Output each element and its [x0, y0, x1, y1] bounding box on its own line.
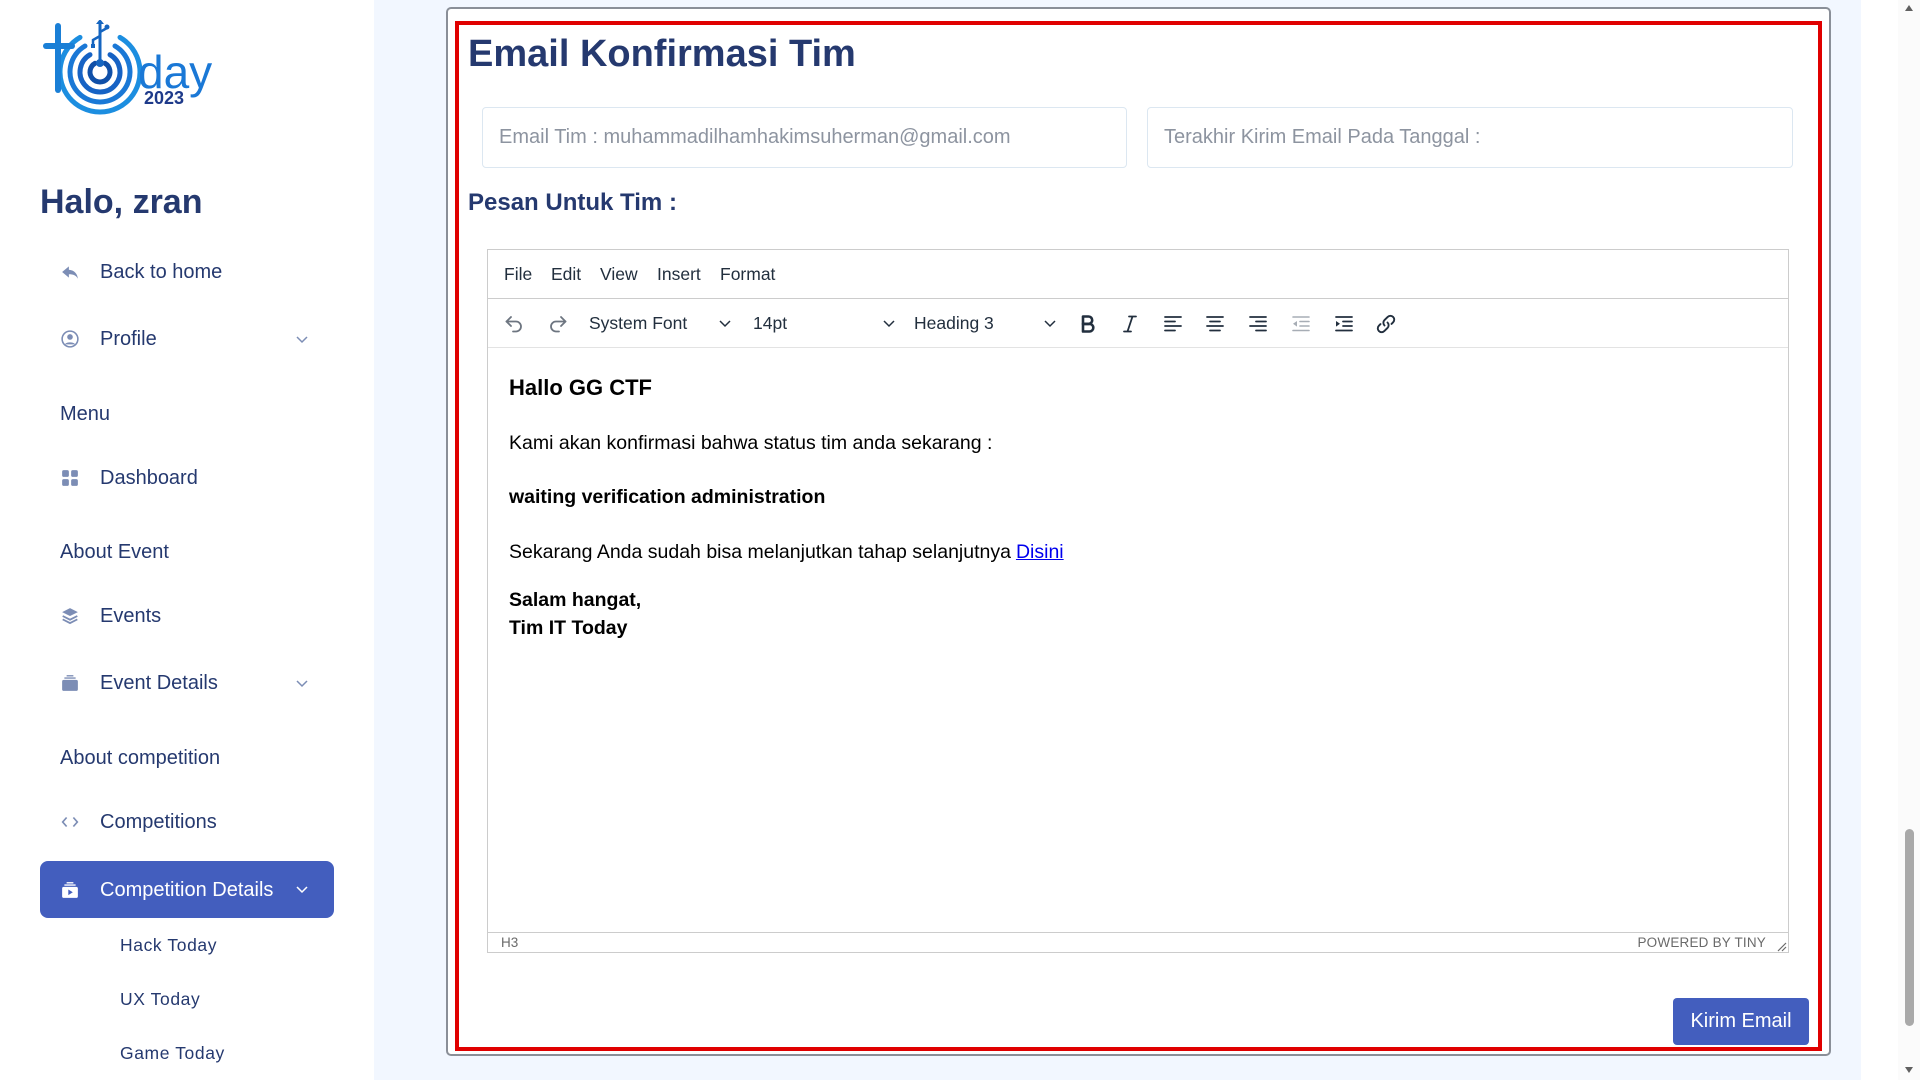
resize-handle-icon[interactable] — [1775, 940, 1787, 952]
content-status: waiting verification administration — [509, 486, 826, 508]
chevron-down-icon — [1042, 315, 1058, 331]
font-size-value: 14pt — [753, 313, 788, 333]
font-family-value: System Font — [589, 313, 688, 333]
reply-icon — [60, 262, 80, 282]
sidebar-subitem-hack-today[interactable]: Hack Today — [120, 933, 217, 957]
send-email-button[interactable]: Kirim Email — [1673, 998, 1809, 1045]
block-format-value: Heading 3 — [914, 313, 994, 333]
menu-view[interactable]: View — [600, 250, 638, 299]
editor-toolbar: System Font 14pt Heading 3 — [488, 299, 1788, 348]
sidebar-item-label: Competition Details — [100, 878, 274, 901]
content-closing: Salam hangat, — [509, 589, 642, 611]
sidebar-item-label: Dashboard — [100, 467, 198, 489]
sidebar-item-dashboard[interactable]: Dashboard — [40, 458, 334, 498]
section-header-about-event: About Event — [60, 541, 169, 563]
stack-icon — [60, 606, 80, 626]
page-title: Email Konfirmasi Tim — [468, 33, 856, 75]
chevron-down-icon — [717, 315, 733, 331]
content-signature: Tim IT Today — [509, 617, 628, 639]
sidebar-item-label: Events — [100, 605, 162, 627]
sidebar-item-event-details[interactable]: Event Details — [40, 663, 334, 703]
sidebar-item-label: Competitions — [100, 811, 217, 833]
block-format-select[interactable]: Heading 3 — [914, 299, 1066, 348]
menu-format[interactable]: Format — [720, 250, 775, 299]
chevron-down-icon — [881, 315, 897, 331]
chevron-down-icon[interactable] — [294, 331, 310, 347]
align-right-icon[interactable] — [1245, 311, 1271, 337]
rich-text-editor: File Edit View Insert Format System Font… — [487, 249, 1789, 953]
scroll-down-icon[interactable] — [1904, 1066, 1914, 1074]
sidebar-item-label: Event Details — [100, 672, 218, 694]
logo-mark: day 2023 — [43, 19, 212, 115]
sidebar-item-label: Back to home — [100, 261, 223, 283]
person-circle-icon — [60, 329, 80, 349]
element-path[interactable]: H3 — [501, 933, 518, 953]
editor-content[interactable]: Hallo GG CTF Kami akan konfirmasi bahwa … — [488, 348, 1788, 932]
greeting: Halo, zran — [40, 183, 203, 221]
undo-icon[interactable] — [501, 311, 527, 337]
grid-icon — [60, 468, 80, 488]
editor-statusbar: H3 POWERED BY TINY — [488, 932, 1788, 953]
sidebar-subitem-game-today[interactable]: Game Today — [120, 1041, 225, 1065]
scroll-up-icon[interactable] — [1904, 4, 1914, 12]
chevron-down-icon[interactable] — [294, 675, 310, 691]
team-email-field[interactable] — [482, 107, 1127, 168]
sidebar-item-events[interactable]: Events — [40, 596, 334, 636]
font-family-select[interactable]: System Font — [589, 299, 741, 348]
indent-icon[interactable] — [1331, 311, 1357, 337]
logo[interactable]: day 2023 — [40, 19, 240, 124]
section-header-about-competition: About competition — [60, 747, 221, 769]
sidebar-item-competition-details[interactable]: Competition Details — [40, 861, 334, 918]
align-center-icon[interactable] — [1202, 311, 1228, 337]
page-scrollbar[interactable] — [1898, 0, 1920, 1080]
message-label: Pesan Untuk Tim : — [468, 189, 677, 216]
section-header-menu: Menu — [60, 403, 111, 425]
font-size-select[interactable]: 14pt — [753, 299, 905, 348]
outdent-icon[interactable] — [1288, 311, 1314, 337]
link-icon[interactable] — [1373, 311, 1399, 337]
italic-icon[interactable] — [1117, 311, 1143, 337]
powered-by-link[interactable]: POWERED BY TINY — [1637, 933, 1766, 953]
chevron-down-icon[interactable] — [294, 881, 310, 897]
right-gutter — [1861, 0, 1898, 1080]
scroll-thumb[interactable] — [1905, 829, 1914, 1026]
align-left-icon[interactable] — [1160, 311, 1186, 337]
logo-year: 2023 — [144, 88, 184, 108]
code-icon — [60, 812, 80, 832]
menu-insert[interactable]: Insert — [657, 250, 701, 299]
sidebar-item-profile[interactable]: Profile — [40, 319, 334, 359]
content-intro: Kami akan konfirmasi bahwa status tim an… — [509, 432, 993, 454]
collection-icon — [60, 673, 80, 693]
last-sent-date-field[interactable] — [1147, 107, 1793, 168]
sidebar-item-label: Profile — [100, 328, 157, 350]
content-link[interactable]: Disini — [1016, 541, 1064, 563]
sidebar-item-competitions[interactable]: Competitions — [40, 802, 334, 842]
sidebar-item-back-to-home[interactable]: Back to home — [40, 252, 334, 292]
menu-file[interactable]: File — [504, 250, 532, 299]
content-next-step: Sekarang Anda sudah bisa melanjutkan tah… — [509, 540, 1064, 564]
redo-icon[interactable] — [545, 311, 571, 337]
menu-edit[interactable]: Edit — [551, 250, 581, 299]
editor-menubar: File Edit View Insert Format — [488, 250, 1788, 299]
sidebar: day 2023 Halo, zran Back to home Profile… — [0, 0, 374, 1080]
content-next-step-text: Sekarang Anda sudah bisa melanjutkan tah… — [509, 541, 1011, 563]
content-heading: Hallo GG CTF — [509, 375, 652, 400]
sidebar-subitem-ux-today[interactable]: UX Today — [120, 987, 200, 1011]
collection-play-icon — [60, 880, 80, 900]
bold-icon[interactable] — [1075, 311, 1101, 337]
